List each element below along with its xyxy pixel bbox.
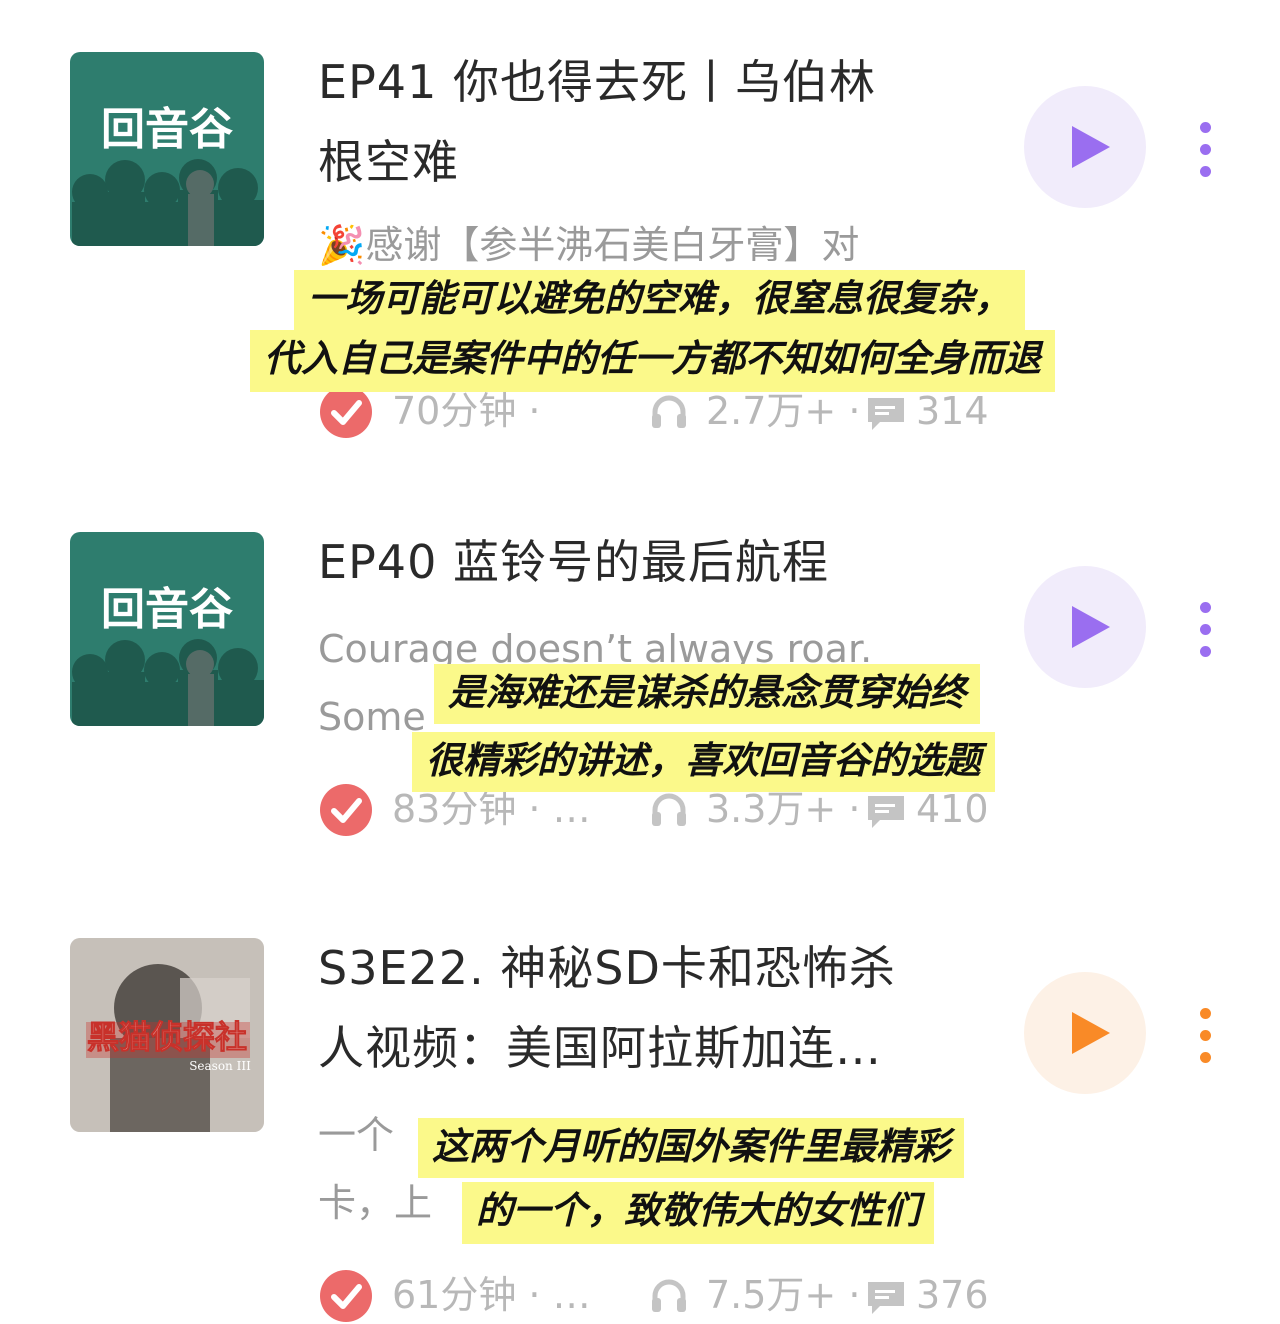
episode-description: 一个 卡，上 [318, 1112, 432, 1226]
highlight-caption: 一场可能可以避免的空难，很窒息很复杂， [294, 270, 1025, 330]
cover-title: 回音谷 [101, 584, 233, 635]
played-check-icon [320, 1270, 372, 1322]
episode-title[interactable]: EP40 蓝铃号的最后航程 [318, 522, 829, 602]
played-check-icon [320, 784, 372, 836]
comment-icon [868, 398, 904, 430]
episode-title[interactable]: EP41 你也得去死丨乌伯林 根空难 [318, 42, 876, 202]
caption-line: 一场可能可以避免的空难，很窒息很复杂， [308, 277, 1011, 320]
description-line: 一个 [318, 1113, 395, 1157]
duration: 61分钟 · … [392, 1273, 591, 1317]
comment-icon [868, 796, 904, 828]
more-options-button[interactable] [1190, 602, 1220, 672]
headphones-icon [652, 793, 686, 826]
description-line: 🎉感谢【参半沸石美白牙膏】对 [318, 223, 860, 267]
play-count: 2.7万+ · [706, 389, 861, 433]
highlight-caption: 的一个，致敬伟大的女性们 [462, 1182, 934, 1244]
description-line: 卡，上 [318, 1181, 433, 1225]
episode-item[interactable]: 回音谷 EP40 蓝铃号的最后航程 Courage doesn’t always… [0, 470, 1280, 890]
highlight-caption: 代入自己是案件中的任一方都不知如何全身而退 [250, 330, 1055, 392]
episode-title-line: 人视频：美国阿拉斯加连… [318, 1021, 882, 1075]
play-icon [1072, 1012, 1110, 1054]
episode-title-line: EP40 蓝铃号的最后航程 [318, 535, 829, 589]
episode-item[interactable]: 黑猫侦探社 Season III S3E22. 神秘SD卡和恐怖杀 人视频：美国… [0, 890, 1280, 1324]
play-button[interactable] [1024, 972, 1146, 1094]
comment-count: 314 [916, 389, 989, 433]
episode-title[interactable]: S3E22. 神秘SD卡和恐怖杀 人视频：美国阿拉斯加连… [318, 928, 896, 1088]
episode-title-line: 根空难 [318, 135, 459, 189]
cover-title: 回音谷 [101, 104, 233, 155]
caption-line: 这两个月听的国外案件里最精彩 [432, 1125, 950, 1168]
more-vertical-icon [1199, 122, 1211, 133]
episode-title-line: S3E22. 神秘SD卡和恐怖杀 [318, 941, 896, 995]
caption-line: 是海难还是谋杀的悬念贯穿始终 [448, 671, 966, 714]
caption-line: 很精彩的讲述，喜欢回音谷的选题 [426, 739, 981, 782]
highlight-caption: 这两个月听的国外案件里最精彩 [418, 1118, 964, 1178]
caption-line: 的一个，致敬伟大的女性们 [476, 1189, 920, 1232]
play-icon [1072, 606, 1110, 648]
podcast-cover[interactable]: 回音谷 [70, 52, 264, 246]
podcast-cover[interactable]: 回音谷 [70, 532, 264, 726]
play-button[interactable] [1024, 86, 1146, 208]
headphones-icon [652, 1279, 686, 1312]
play-button[interactable] [1024, 566, 1146, 688]
more-options-button[interactable] [1190, 122, 1220, 192]
episode-meta: 70分钟 · 2.7万+ · 314 [320, 386, 1000, 438]
headphones-icon [652, 395, 686, 428]
caption-line: 代入自己是案件中的任一方都不知如何全身而退 [264, 337, 1041, 380]
more-vertical-icon [1199, 1008, 1211, 1019]
episode-item[interactable]: 回音谷 EP41 你也得去死丨乌伯林 根空难 🎉感谢【参半沸石美白牙膏】对 70… [0, 0, 1280, 470]
comment-icon [868, 1282, 904, 1314]
played-check-icon [320, 386, 372, 438]
episode-description: 🎉感谢【参半沸石美白牙膏】对 [318, 222, 859, 268]
episode-title-line: EP41 你也得去死丨乌伯林 [318, 55, 876, 109]
more-options-button[interactable] [1190, 1008, 1220, 1078]
play-icon [1072, 126, 1110, 168]
highlight-caption: 很精彩的讲述，喜欢回音谷的选题 [412, 732, 995, 792]
podcast-cover[interactable]: 黑猫侦探社 Season III [70, 938, 264, 1132]
cover-season: Season III [189, 1059, 251, 1073]
comment-count: 376 [916, 1273, 989, 1317]
episode-meta: 61分钟 · … 7.5万+ · 376 [320, 1270, 1000, 1322]
more-vertical-icon [1199, 602, 1211, 613]
highlight-caption: 是海难还是谋杀的悬念贯穿始终 [434, 664, 980, 724]
duration: 70分钟 · [392, 389, 541, 433]
play-count: 7.5万+ · [706, 1273, 861, 1317]
